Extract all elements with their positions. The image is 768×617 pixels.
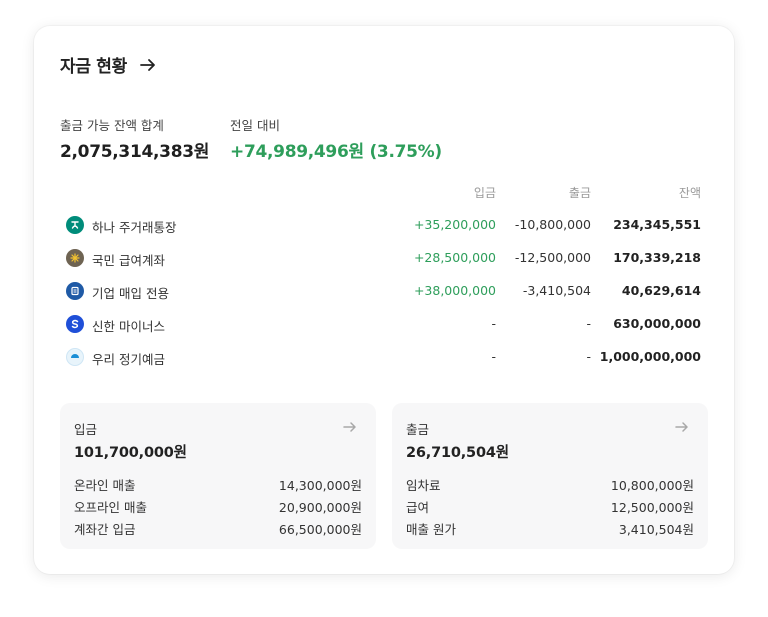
- shinhan-bank-icon: [66, 315, 84, 333]
- account-deposit: +35,200,000: [413, 217, 496, 232]
- account-withdrawal: -12,500,000: [514, 250, 591, 265]
- deposit-item-value: 66,500,000원: [278, 522, 362, 537]
- account-name: 신한 마이너스: [92, 319, 165, 334]
- withdrawal-panel-label: 출금: [406, 422, 430, 437]
- deposit-item-value: 20,900,000원: [278, 500, 362, 515]
- deposit-item-label: 온라인 매출: [74, 478, 136, 493]
- arrow-right-icon: [343, 422, 356, 432]
- withdrawal-item: 매출 원가 3,410,504원: [406, 519, 694, 537]
- account-row-woori[interactable]: 우리 정기예금 - - 1,000,000,000: [34, 340, 734, 373]
- account-withdrawal: -3,410,504: [522, 283, 591, 298]
- deposit-panel[interactable]: 입금 101,700,000원 온라인 매출 14,300,000원 오프라인 …: [60, 403, 376, 549]
- ibk-bank-icon: [66, 282, 84, 300]
- account-row-hana[interactable]: 하나 주거래통장 +35,200,000 -10,800,000 234,345…: [34, 208, 734, 241]
- withdrawal-item-value: 12,500,000원: [610, 500, 694, 515]
- card-title: 자금 현황: [60, 57, 127, 77]
- account-row-shinhan[interactable]: 신한 마이너스 - - 630,000,000: [34, 307, 734, 340]
- hana-bank-icon: [66, 216, 84, 234]
- withdrawal-item-label: 매출 원가: [406, 522, 456, 537]
- fund-status-card: 자금 현황 출금 가능 잔액 합계 2,075,314,383원 전일 대비 +…: [34, 26, 734, 574]
- account-withdrawal: -10,800,000: [514, 217, 591, 232]
- withdrawal-column-header: 출금: [568, 186, 591, 200]
- withdrawal-item-value: 3,410,504원: [618, 522, 694, 537]
- account-balance: 630,000,000: [613, 316, 701, 331]
- withdrawal-item-label: 임차료: [406, 478, 441, 493]
- account-name: 국민 급여계좌: [92, 253, 165, 268]
- withdrawal-total: 26,710,504원: [406, 445, 509, 461]
- account-row-kb[interactable]: 국민 급여계좌 +28,500,000 -12,500,000 170,339,…: [34, 241, 734, 274]
- deposit-item: 오프라인 매출 20,900,000원: [74, 497, 362, 515]
- account-deposit: +28,500,000: [413, 250, 496, 265]
- deposit-column-header: 입금: [473, 186, 496, 200]
- withdrawal-item-value: 10,800,000원: [610, 478, 694, 493]
- account-withdrawal: -: [586, 349, 591, 364]
- deposit-panel-label: 입금: [74, 422, 98, 437]
- deposit-item-label: 계좌간 입금: [74, 522, 136, 537]
- account-name: 하나 주거래통장: [92, 220, 177, 235]
- withdrawal-panel[interactable]: 출금 26,710,504원 임차료 10,800,000원 급여 12,500…: [392, 403, 708, 549]
- withdrawal-item: 임차료 10,800,000원: [406, 475, 694, 493]
- account-deposit: +38,000,000: [413, 283, 496, 298]
- account-deposit: -: [491, 316, 496, 331]
- withdrawal-item: 급여 12,500,000원: [406, 497, 694, 515]
- deposit-item-label: 오프라인 매출: [74, 500, 147, 515]
- available-balance-label: 출금 가능 잔액 합계: [60, 118, 164, 133]
- deposit-item: 온라인 매출 14,300,000원: [74, 475, 362, 493]
- deposit-item-value: 14,300,000원: [278, 478, 362, 493]
- kb-bank-icon: [66, 249, 84, 267]
- account-name: 우리 정기예금: [92, 352, 165, 367]
- account-row-ibk[interactable]: 기업 매입 전용 +38,000,000 -3,410,504 40,629,6…: [34, 274, 734, 307]
- account-balance: 40,629,614: [621, 283, 701, 298]
- deposit-total: 101,700,000원: [74, 445, 187, 461]
- account-deposit: -: [491, 349, 496, 364]
- available-balance-value: 2,075,314,383원: [60, 142, 210, 162]
- arrow-right-icon: [140, 58, 155, 71]
- withdrawal-item-label: 급여: [406, 500, 430, 515]
- fund-status-header-link[interactable]: 자금 현황: [60, 52, 157, 77]
- deposit-item: 계좌간 입금 66,500,000원: [74, 519, 362, 537]
- account-withdrawal: -: [586, 316, 591, 331]
- compare-label: 전일 대비: [230, 118, 280, 133]
- account-name: 기업 매입 전용: [92, 286, 169, 301]
- balance-column-header: 잔액: [678, 186, 701, 200]
- arrow-right-icon: [675, 422, 688, 432]
- account-balance: 170,339,218: [613, 250, 701, 265]
- compare-value: +74,989,496원 (3.75%): [230, 142, 442, 162]
- account-balance: 234,345,551: [613, 217, 701, 232]
- woori-bank-icon: [66, 348, 84, 366]
- account-balance: 1,000,000,000: [599, 349, 701, 364]
